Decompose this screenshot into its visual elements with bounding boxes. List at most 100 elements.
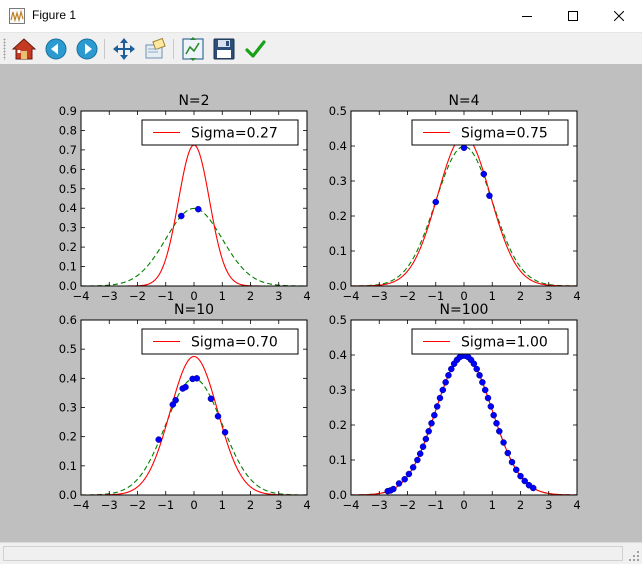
back-button[interactable] bbox=[43, 36, 69, 62]
data-point bbox=[207, 395, 215, 402]
figure-svg[interactable]: −4 −3 −2 −1 0 1 2 3 40.00.10.20.30.40.50.60.70.8… bbox=[0, 64, 642, 542]
legend-label: Sigma=0.27 bbox=[191, 126, 278, 142]
subplots-button[interactable] bbox=[180, 36, 206, 62]
data-point bbox=[490, 411, 497, 419]
data-point bbox=[513, 466, 520, 474]
x-tick-label: −3 bbox=[101, 498, 118, 512]
y-tick-label: 0.5 bbox=[329, 313, 347, 327]
x-tick-label: 0 bbox=[460, 498, 467, 512]
data-point bbox=[155, 436, 162, 443]
zoom-icon bbox=[145, 37, 166, 59]
data-point bbox=[479, 379, 486, 386]
x-tick-label: 2 bbox=[247, 498, 254, 512]
y-tick-label: 0.2 bbox=[59, 240, 77, 254]
legend-label: Sigma=0.75 bbox=[461, 126, 548, 142]
close-button[interactable] bbox=[596, 0, 642, 32]
y-tick-label: 0.4 bbox=[59, 201, 77, 215]
y-tick-label: 0.2 bbox=[329, 209, 347, 223]
data-point bbox=[436, 394, 444, 402]
y-tick-label: 0.0 bbox=[59, 279, 77, 293]
x-tick-label: 1 bbox=[489, 289, 496, 303]
data-point bbox=[493, 420, 500, 427]
y-tick-label: 0.8 bbox=[59, 123, 77, 137]
edit-icon bbox=[245, 40, 266, 58]
home-icon bbox=[12, 38, 36, 60]
data-point bbox=[414, 456, 421, 464]
maximize-button[interactable] bbox=[550, 0, 596, 32]
y-tick-label: 0.9 bbox=[59, 104, 77, 118]
x-tick-label: 0 bbox=[460, 289, 467, 303]
save-button[interactable] bbox=[211, 36, 237, 62]
data-point bbox=[504, 449, 512, 457]
y-tick-label: 0.3 bbox=[329, 174, 347, 188]
y-tick-label: 0.0 bbox=[329, 279, 347, 293]
data-point bbox=[390, 485, 397, 493]
close-icon bbox=[614, 11, 624, 21]
status-message-field bbox=[3, 546, 623, 561]
x-tick-label: 0 bbox=[190, 498, 197, 512]
data-point bbox=[480, 170, 488, 178]
toolbar-separator bbox=[173, 39, 174, 59]
subplot-1: −4 −3 −2 −1 0 1 2 3 40.00.10.20.30.40.50.60.70.8… bbox=[59, 93, 311, 303]
x-tick-label: 4 bbox=[303, 289, 310, 303]
data-point bbox=[486, 192, 493, 199]
edit-button[interactable] bbox=[242, 36, 268, 62]
data-point bbox=[487, 403, 495, 410]
x-tick-label: −2 bbox=[129, 498, 146, 512]
x-tick-label: 3 bbox=[275, 289, 282, 303]
data-point bbox=[500, 439, 507, 446]
forward-button[interactable] bbox=[74, 36, 100, 62]
y-tick-label: 0.6 bbox=[59, 313, 77, 327]
toolbar-grip[interactable] bbox=[3, 38, 6, 60]
y-tick-label: 0.5 bbox=[329, 104, 347, 118]
zoom-button[interactable] bbox=[142, 36, 168, 62]
y-tick-label: 0.0 bbox=[59, 488, 77, 502]
resize-grip-icon[interactable] bbox=[628, 550, 640, 562]
toolbar-separator bbox=[104, 39, 105, 59]
x-tick-label: 2 bbox=[247, 289, 254, 303]
data-point bbox=[433, 403, 441, 410]
legend: Sigma=0.70 bbox=[141, 328, 299, 355]
title-bar: Figure 1 bbox=[0, 0, 642, 33]
x-tick-label: −2 bbox=[399, 498, 416, 512]
data-point bbox=[422, 435, 430, 443]
data-point bbox=[214, 413, 222, 420]
data-point bbox=[182, 383, 189, 391]
y-tick-label: 0.3 bbox=[59, 221, 77, 235]
subplot-title: N=100 bbox=[440, 302, 489, 318]
figure-canvas[interactable]: −4 −3 −2 −1 0 1 2 3 4 0.0 0.1 0.2 0.3 0.4 0.5 0.6 0.7 0.8… bbox=[0, 64, 642, 542]
legend: Sigma=0.75 bbox=[411, 119, 569, 146]
pan-button[interactable] bbox=[111, 36, 137, 62]
data-point bbox=[405, 470, 413, 478]
y-tick-label: 0.3 bbox=[59, 401, 77, 415]
x-tick-label: −1 bbox=[427, 289, 444, 303]
y-tick-label: 0.4 bbox=[329, 348, 347, 362]
x-tick-label: −3 bbox=[101, 289, 118, 303]
pan-icon bbox=[113, 38, 135, 60]
data-point bbox=[428, 420, 435, 427]
subplots-icon bbox=[182, 37, 204, 61]
x-tick-label: 4 bbox=[303, 498, 310, 512]
y-tick-label: 0.1 bbox=[329, 453, 347, 467]
data-point bbox=[425, 428, 432, 435]
home-button[interactable] bbox=[11, 36, 37, 62]
y-tick-label: 0.4 bbox=[329, 139, 347, 153]
y-tick-label: 0.0 bbox=[329, 488, 347, 502]
x-tick-label: 4 bbox=[573, 289, 580, 303]
data-point bbox=[419, 443, 427, 450]
x-tick-label: 1 bbox=[489, 498, 496, 512]
x-tick-label: 2 bbox=[517, 498, 524, 512]
data-point bbox=[395, 480, 403, 487]
x-tick-label: 1 bbox=[219, 289, 226, 303]
data-point bbox=[432, 198, 439, 206]
data-point bbox=[221, 429, 229, 436]
y-tick-label: 0.2 bbox=[329, 418, 347, 432]
minimize-button[interactable] bbox=[504, 0, 550, 32]
data-point bbox=[529, 484, 537, 492]
minimize-icon bbox=[522, 16, 532, 17]
data-point bbox=[476, 372, 483, 379]
data-point bbox=[431, 411, 438, 419]
subplot-2: −4 −3 −2 −1 0 1 2 3 40.00.10.20.30.40.5N=4Sigma=… bbox=[329, 93, 581, 303]
x-tick-label: 3 bbox=[545, 289, 552, 303]
data-point bbox=[484, 394, 492, 402]
